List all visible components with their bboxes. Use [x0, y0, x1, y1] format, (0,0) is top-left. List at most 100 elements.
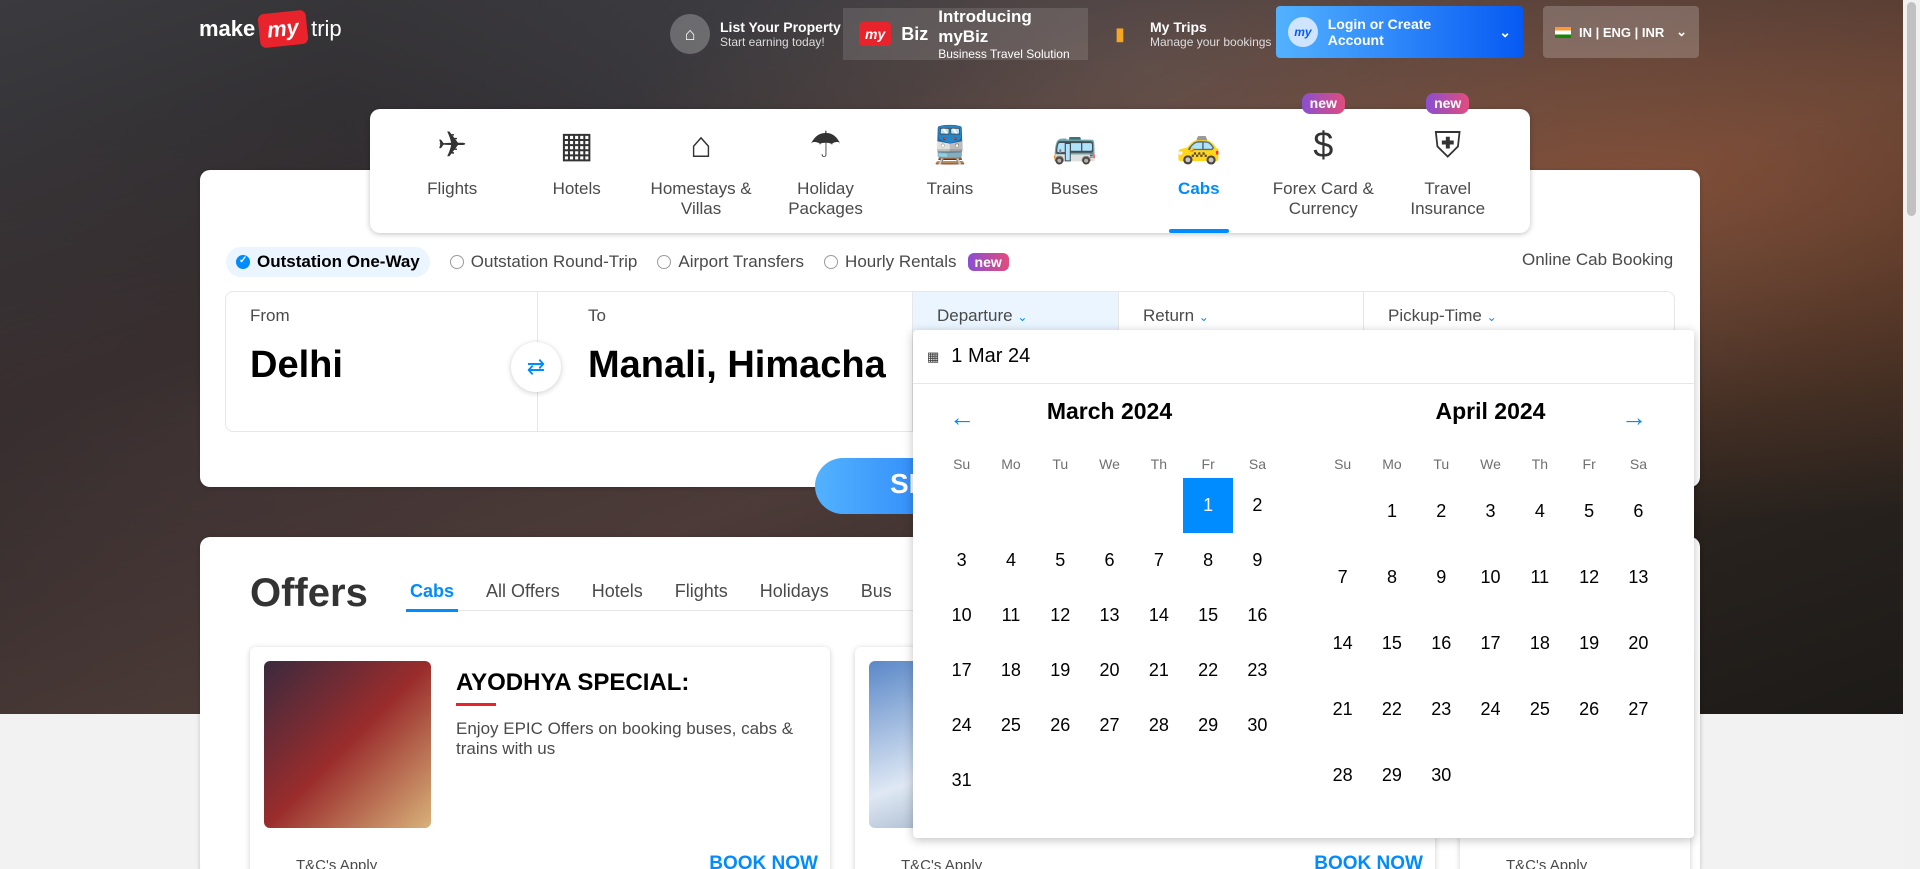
chevron-down-icon: ⌄ — [1017, 310, 1028, 324]
nav-label: Flights — [427, 179, 478, 198]
option-outstation-round-trip[interactable]: Outstation Round-Trip — [449, 252, 637, 272]
day-cell[interactable]: 13 — [1085, 588, 1134, 643]
day-cell[interactable]: 23 — [1417, 676, 1466, 742]
day-cell[interactable]: 2 — [1417, 478, 1466, 544]
day-cell[interactable]: 20 — [1614, 610, 1663, 676]
tab-holidays[interactable]: Holidays — [760, 581, 829, 602]
day-cell[interactable]: 18 — [1515, 610, 1564, 676]
option-airport-transfers[interactable]: Airport Transfers — [657, 252, 804, 272]
day-cell[interactable]: 29 — [1367, 742, 1416, 808]
to-field[interactable]: To Manali, Himachal Pradesh — [538, 292, 913, 431]
day-cell[interactable]: 30 — [1417, 742, 1466, 808]
day-cell[interactable]: 13 — [1614, 544, 1663, 610]
locale-selector[interactable]: IN | ENG | INR ⌄ — [1543, 6, 1699, 58]
day-cell[interactable]: 17 — [1466, 610, 1515, 676]
day-cell[interactable]: 9 — [1233, 533, 1282, 588]
day-cell[interactable]: 21 — [1318, 676, 1367, 742]
day-cell[interactable]: 9 — [1417, 544, 1466, 610]
day-cell[interactable]: 28 — [1318, 742, 1367, 808]
day-cell[interactable]: 2 — [1233, 478, 1282, 533]
nav-holiday-packages[interactable]: ☂ Holiday Packages — [763, 109, 887, 233]
day-cell[interactable]: 22 — [1367, 676, 1416, 742]
offer-card[interactable]: AYODHYA SPECIAL: Enjoy EPIC Offers on bo… — [250, 647, 830, 869]
nav-homestays[interactable]: ⌂ Homestays & Villas — [639, 109, 763, 233]
day-cell[interactable]: 23 — [1233, 643, 1282, 698]
day-cell[interactable]: 27 — [1614, 676, 1663, 742]
day-cell[interactable]: 8 — [1183, 533, 1232, 588]
day-cell[interactable]: 10 — [937, 588, 986, 643]
nav-label: Homestays & Villas — [650, 179, 752, 219]
day-cell[interactable]: 27 — [1085, 698, 1134, 753]
day-cell[interactable]: 22 — [1183, 643, 1232, 698]
nav-flights[interactable]: ✈ Flights — [390, 109, 514, 233]
option-outstation-one-way[interactable]: Outstation One-Way — [226, 247, 430, 277]
option-hourly-rentals[interactable]: Hourly Rentals new — [824, 252, 1009, 272]
tab-bus[interactable]: Bus — [861, 581, 892, 602]
day-cell[interactable]: 3 — [1466, 478, 1515, 544]
day-cell[interactable]: 14 — [1318, 610, 1367, 676]
tab-hotels[interactable]: Hotels — [592, 581, 643, 602]
from-field[interactable]: From Delhi — [226, 292, 538, 431]
day-cell[interactable]: 12 — [1036, 588, 1085, 643]
day-cell[interactable]: 25 — [986, 698, 1035, 753]
day-cell[interactable]: 19 — [1564, 610, 1613, 676]
nav-buses[interactable]: 🚌 Buses — [1012, 109, 1136, 233]
day-cell[interactable]: 7 — [1318, 544, 1367, 610]
day-cell[interactable]: 11 — [1515, 544, 1564, 610]
nav-cabs[interactable]: 🚕 Cabs — [1137, 109, 1261, 233]
day-cell-selected[interactable]: 1 — [1183, 478, 1233, 533]
day-cell[interactable]: 16 — [1417, 610, 1466, 676]
day-cell[interactable]: 31 — [937, 753, 986, 808]
nav-hotels[interactable]: ▦ Hotels — [514, 109, 638, 233]
book-now-link[interactable]: BOOK NOW — [1314, 853, 1423, 869]
day-cell[interactable]: 21 — [1134, 643, 1183, 698]
day-cell[interactable]: 11 — [986, 588, 1035, 643]
tab-cabs[interactable]: Cabs — [405, 581, 459, 612]
day-cell[interactable]: 6 — [1085, 533, 1134, 588]
day-cell[interactable]: 17 — [937, 643, 986, 698]
day-cell[interactable]: 30 — [1233, 698, 1282, 753]
scrollbar-thumb[interactable] — [1907, 2, 1916, 216]
weekday-label: Tu — [1433, 456, 1450, 472]
date-input[interactable]: ▦ 1 Mar 24 — [913, 330, 1694, 384]
day-cell[interactable]: 10 — [1466, 544, 1515, 610]
nav-trains[interactable]: 🚆 Trains — [888, 109, 1012, 233]
day-cell[interactable]: 24 — [937, 698, 986, 753]
day-cell[interactable]: 20 — [1085, 643, 1134, 698]
day-cell[interactable]: 26 — [1036, 698, 1085, 753]
day-cell[interactable]: 29 — [1183, 698, 1232, 753]
page-scrollbar[interactable] — [1903, 0, 1920, 869]
makemytrip-logo[interactable]: make my trip — [199, 9, 342, 49]
day-cell[interactable]: 1 — [1367, 478, 1416, 544]
my-trips-link[interactable]: ▮ My Trips Manage your bookings — [1100, 10, 1271, 58]
day-cell[interactable]: 12 — [1564, 544, 1613, 610]
my-trips-title: My Trips — [1150, 19, 1207, 35]
day-cell[interactable]: 6 — [1614, 478, 1663, 544]
day-cell[interactable]: 19 — [1036, 643, 1085, 698]
book-now-link[interactable]: BOOK NOW — [709, 853, 818, 869]
tab-flights[interactable]: Flights — [675, 581, 728, 602]
day-cell[interactable]: 18 — [986, 643, 1035, 698]
nav-travel-insurance[interactable]: new ⛨ Travel Insurance — [1386, 93, 1510, 233]
mybiz-banner[interactable]: my Biz Introducing myBiz Business Travel… — [843, 7, 1088, 61]
day-cell[interactable]: 3 — [937, 533, 986, 588]
day-cell[interactable]: 5 — [1036, 533, 1085, 588]
day-cell[interactable]: 8 — [1367, 544, 1416, 610]
day-cell[interactable]: 28 — [1134, 698, 1183, 753]
day-cell[interactable]: 26 — [1564, 676, 1613, 742]
nav-forex[interactable]: new $ Forex Card & Currency — [1261, 93, 1385, 233]
day-cell[interactable]: 5 — [1564, 478, 1613, 544]
day-cell[interactable]: 15 — [1183, 588, 1232, 643]
day-cell[interactable]: 4 — [986, 533, 1035, 588]
day-cell[interactable]: 7 — [1134, 533, 1183, 588]
tab-all-offers[interactable]: All Offers — [486, 581, 560, 602]
day-cell[interactable]: 14 — [1134, 588, 1183, 643]
day-cell[interactable]: 25 — [1515, 676, 1564, 742]
day-cell[interactable]: 16 — [1233, 588, 1282, 643]
day-cell[interactable]: 15 — [1367, 610, 1416, 676]
day-cell[interactable]: 4 — [1515, 478, 1564, 544]
list-property-link[interactable]: ⌂ List Your Property Start earning today… — [670, 10, 841, 58]
swap-locations-icon[interactable]: ⇄ — [511, 342, 561, 392]
day-cell[interactable]: 24 — [1466, 676, 1515, 742]
login-button[interactable]: my Login or Create Account ⌄ — [1276, 6, 1523, 58]
